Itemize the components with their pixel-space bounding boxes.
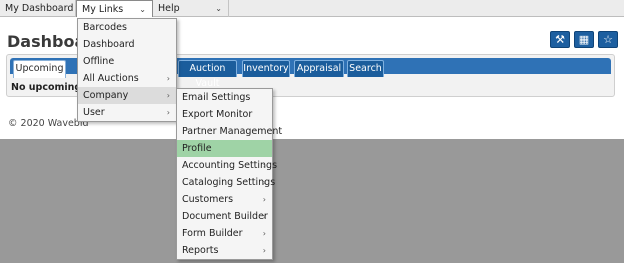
chevron-right-icon: › [262, 229, 266, 238]
chevron-down-icon: ⌄ [139, 5, 146, 14]
help-menu[interactable]: Help ⌄ [153, 0, 229, 17]
menu-item-company[interactable]: Company › [78, 87, 176, 104]
submenu-item-customers[interactable]: Customers › [177, 191, 272, 208]
menu-item-label: Customers [182, 194, 234, 205]
submenu-item-accounting-settings[interactable]: Accounting Settings › [177, 157, 277, 174]
chevron-right-icon: › [262, 212, 266, 221]
chevron-right-icon: › [166, 91, 170, 100]
tab-search[interactable]: Search [347, 60, 384, 77]
menu-item-label: Reports [182, 245, 219, 256]
submenu-item-profile[interactable]: Profile [177, 140, 272, 157]
chevron-right-icon: › [262, 246, 266, 255]
chevron-down-icon: ⌄ [215, 4, 222, 13]
help-label: Help [158, 3, 180, 14]
company-submenu: Email Settings Export Monitor Partner Ma… [176, 88, 282, 260]
menu-item-all-auctions[interactable]: All Auctions › [78, 70, 176, 87]
submenu-item-email-settings[interactable]: Email Settings [177, 89, 272, 106]
tab-auction-vault[interactable]: Auction Vault [178, 60, 237, 89]
submenu-item-document-builder[interactable]: Document Builder › [177, 208, 272, 225]
chevron-right-icon: › [166, 74, 170, 83]
menu-item-label: All Auctions [83, 73, 139, 84]
tab-appraisal[interactable]: Appraisal [294, 60, 344, 77]
menu-item-label: Company [83, 90, 129, 101]
top-nav-bar: My Dashboard My Links ⌄ Help ⌄ [0, 0, 624, 17]
my-links-menu[interactable]: My Links ⌄ [76, 0, 153, 17]
submenu-item-partner-management[interactable]: Partner Management [177, 123, 282, 140]
submenu-item-cataloging-settings[interactable]: Cataloging Settings › [177, 174, 276, 191]
menu-item-user[interactable]: User › [78, 104, 176, 121]
menu-item-label: Document Builder [182, 211, 268, 222]
submenu-item-export-monitor[interactable]: Export Monitor [177, 106, 272, 123]
chevron-right-icon: › [262, 161, 266, 170]
star-icon: ☆ [603, 33, 613, 46]
my-dashboard-link[interactable]: My Dashboard [0, 0, 76, 17]
chevron-right-icon: › [262, 178, 266, 187]
warehouse-button[interactable]: ▦ [574, 31, 594, 48]
submenu-item-form-builder[interactable]: Form Builder › [177, 225, 272, 242]
chevron-right-icon: › [262, 195, 266, 204]
favorite-button[interactable]: ☆ [598, 31, 618, 48]
tab-inventory[interactable]: Inventory [242, 60, 290, 77]
my-links-label: My Links [82, 4, 124, 15]
gavel-icon: ⚒ [555, 33, 565, 46]
menu-item-label: Form Builder [182, 228, 243, 239]
menu-item-barcodes[interactable]: Barcodes [78, 19, 176, 36]
submenu-item-reports[interactable]: Reports › [177, 242, 272, 259]
menu-item-offline[interactable]: Offline [78, 53, 176, 70]
chevron-right-icon: › [166, 108, 170, 117]
menu-item-dashboard[interactable]: Dashboard [78, 36, 176, 53]
menu-item-label: Cataloging Settings [182, 177, 276, 188]
gavel-button[interactable]: ⚒ [550, 31, 570, 48]
my-links-dropdown: Barcodes Dashboard Offline All Auctions … [77, 18, 177, 122]
menu-item-label: User [83, 107, 105, 118]
tab-upcoming[interactable]: Upcoming [13, 60, 66, 78]
warehouse-icon: ▦ [578, 33, 590, 46]
